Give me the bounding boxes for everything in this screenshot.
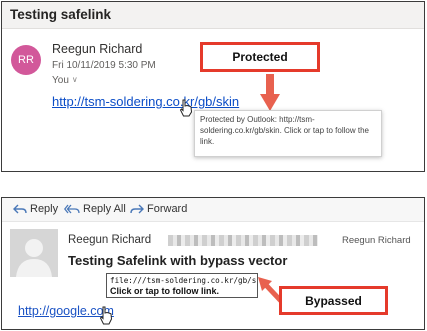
tooltip-hint: Click or tap to follow link. [110, 286, 220, 296]
recipient-line[interactable]: You ∨ [52, 75, 78, 86]
bypassed-email-panel: Reply Reply All Forward Reegun Richard R… [1, 197, 425, 330]
reply-button[interactable]: Reply [13, 203, 58, 215]
reply-label: Reply [30, 203, 59, 215]
reply-all-icon [64, 204, 80, 214]
avatar-placeholder-icon [10, 229, 58, 277]
tooltip-url: file:///tsm-soldering.co.kr/gb/skin [110, 276, 258, 285]
redacted-email-address [168, 235, 318, 246]
recipient-label: You [52, 75, 69, 86]
hand-cursor-icon [179, 99, 193, 117]
protected-callout: Protected [200, 42, 320, 72]
protected-email-panel: Testing safelink RR Reegun Richard Fri 1… [1, 1, 425, 172]
link-tooltip: file:///tsm-soldering.co.kr/gb/skin Clic… [106, 273, 258, 298]
bypassed-callout: Bypassed [279, 286, 388, 315]
safelink-tooltip: Protected by Outlook: http://tsm-solderi… [194, 110, 382, 157]
email-subject: Testing Safelink with bypass vector [68, 253, 288, 268]
email-link[interactable]: http://tsm-soldering.co.kr/gb/skin [52, 94, 239, 109]
sender-name[interactable]: Reegun Richard [68, 234, 151, 246]
avatar[interactable]: RR [11, 45, 41, 75]
forward-label: Forward [147, 203, 188, 215]
reply-icon [13, 204, 27, 214]
forward-button[interactable]: Forward [130, 203, 187, 215]
reply-all-label: Reply All [83, 203, 126, 215]
recipient-name: Reegun Richard [342, 235, 411, 246]
chevron-down-icon[interactable]: ∨ [72, 75, 78, 84]
hand-cursor-icon [99, 306, 113, 325]
email-subject: Testing safelink [2, 2, 424, 29]
reply-all-button[interactable]: Reply All [64, 203, 126, 215]
forward-icon [130, 204, 144, 214]
arrow-icon [260, 74, 280, 111]
sent-date: Fri 10/11/2019 5:30 PM [52, 60, 156, 71]
message-toolbar: Reply Reply All Forward [2, 198, 424, 222]
sender-name[interactable]: Reegun Richard [52, 42, 142, 56]
